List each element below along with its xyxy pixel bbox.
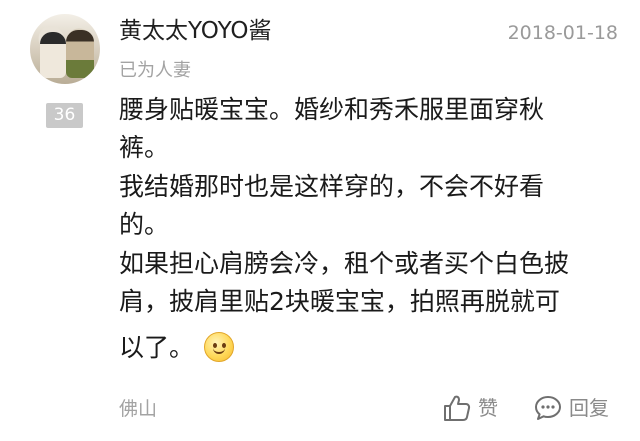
comment-bubble-icon — [533, 393, 563, 423]
comment-body: 腰身贴暖宝宝。婚纱和秀禾服里面穿秋 裤。 我结婚那时也是这样穿的，不会不好看 的… — [119, 91, 599, 368]
user-status: 已为人妻 — [119, 60, 191, 81]
comment-line: 肩，披肩里贴2块暖宝宝，拍照再脱就可 — [119, 286, 560, 316]
comment-line: 我结婚那时也是这样穿的，不会不好看 — [119, 171, 545, 201]
location-label: 佛山 — [119, 398, 158, 420]
comment-line: 裤。 — [119, 133, 170, 163]
avatar-photo-right — [66, 30, 94, 78]
comment-line: 如果担心肩膀会冷，租个或者买个白色披 — [119, 248, 570, 278]
like-button[interactable]: 赞 — [442, 390, 498, 426]
like-label: 赞 — [478, 396, 498, 420]
comment-line: 以了。 — [119, 333, 195, 363]
reply-button[interactable]: 回复 — [533, 390, 609, 426]
thumbs-up-icon — [442, 393, 472, 423]
comment-line: 的。 — [119, 210, 170, 240]
comment-line: 腰身贴暖宝宝。婚纱和秀禾服里面穿秋 — [119, 95, 545, 124]
username[interactable]: 黄太太YOYO酱 — [119, 17, 272, 45]
comment-last-line: 以了。 — [119, 329, 599, 367]
level-badge: 36 — [46, 103, 83, 128]
avatar-photo-left — [40, 32, 66, 78]
reply-label: 回复 — [569, 396, 609, 420]
comment-date: 2018-01-18 — [507, 22, 618, 44]
smile-emoji-icon — [204, 332, 235, 363]
avatar[interactable] — [30, 14, 100, 84]
